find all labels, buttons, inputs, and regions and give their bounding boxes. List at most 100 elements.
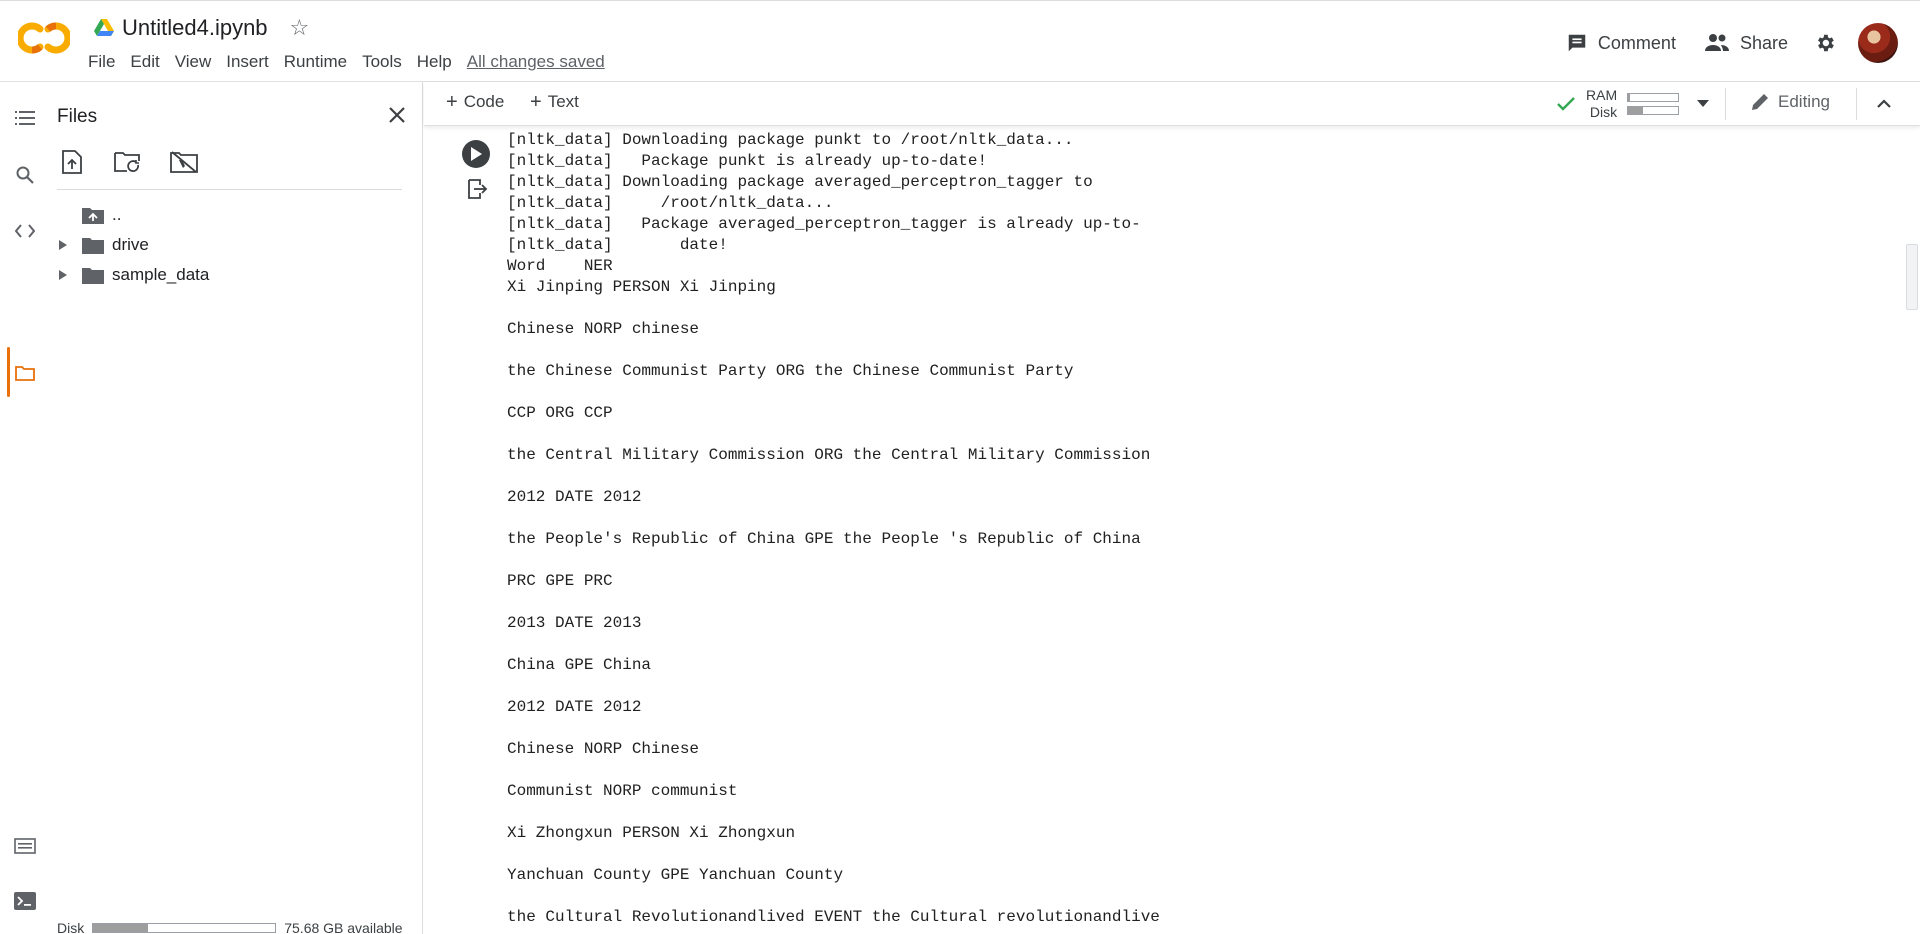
output-line: Chinese NORP chinese — [507, 320, 700, 338]
toc-icon[interactable] — [14, 107, 36, 129]
output-line: Chinese NORP Chinese — [507, 740, 700, 758]
tree-item-drive[interactable]: drive — [50, 230, 410, 260]
tree-item-parent[interactable]: .. — [50, 200, 410, 230]
upload-file-icon[interactable] — [58, 148, 86, 176]
tree-label: drive — [112, 235, 149, 254]
play-icon — [471, 147, 482, 161]
chevron-down-icon[interactable] — [1697, 100, 1710, 108]
comment-button[interactable]: Comment — [1566, 32, 1676, 54]
file-tree: .. drive sample_data — [50, 200, 410, 290]
run-cell-button[interactable] — [462, 140, 490, 168]
header-bar: Untitled4.ipynb ☆ File Edit View Insert … — [0, 0, 1920, 82]
menu-bar: File Edit View Insert Runtime Tools Help… — [88, 50, 605, 74]
expand-arrow-icon[interactable] — [57, 239, 69, 251]
tree-label: sample_data — [112, 265, 210, 284]
output-line: 2012 DATE 2012 — [507, 698, 642, 716]
refresh-folder-icon[interactable] — [114, 148, 142, 176]
folder-up-icon — [82, 208, 104, 224]
folder-icon[interactable] — [14, 362, 36, 384]
folder-icon — [82, 238, 104, 254]
plus-icon: + — [446, 91, 458, 113]
colab-app: Untitled4.ipynb ☆ File Edit View Insert … — [0, 0, 1920, 934]
unmount-drive-icon[interactable] — [170, 148, 198, 176]
output-line: Xi Jinping PERSON Xi Jinping — [507, 278, 776, 296]
notebook-toolbar: + Code + Text RAM Disk Editing — [424, 82, 1920, 126]
menu-edit[interactable]: Edit — [130, 50, 159, 74]
close-icon[interactable] — [384, 102, 410, 128]
output-line: Communist NORP communist — [507, 782, 738, 800]
command-palette-icon[interactable] — [14, 835, 36, 857]
add-text-button[interactable]: + Text — [530, 92, 579, 112]
resource-bars — [1627, 89, 1680, 119]
share-label: Share — [1739, 32, 1788, 53]
user-avatar[interactable] — [1858, 23, 1898, 63]
chevron-up-icon[interactable] — [1872, 92, 1896, 116]
files-title: Files — [57, 106, 98, 127]
editing-mode-button[interactable]: Editing — [1750, 92, 1830, 112]
output-line: [nltk_data] Package punkt is already up-… — [507, 152, 988, 170]
mode-label: Editing — [1778, 92, 1830, 111]
resource-labels: RAM Disk — [1586, 87, 1617, 121]
comment-label: Comment — [1597, 32, 1676, 53]
files-panel: Files .. drive sample_data Disk 75.68 GB… — [50, 82, 423, 934]
output-line: 2012 DATE 2012 — [507, 488, 642, 506]
people-icon — [1704, 34, 1729, 51]
disk-available: 75.68 GB available — [284, 920, 403, 934]
menu-view[interactable]: View — [175, 50, 212, 74]
share-button[interactable]: Share — [1704, 33, 1788, 54]
expand-arrow-icon[interactable] — [57, 269, 69, 281]
title-row: Untitled4.ipynb ☆ — [94, 13, 309, 43]
notebook-title[interactable]: Untitled4.ipynb — [122, 15, 268, 41]
output-line: Word NER — [507, 257, 613, 275]
output-line: the People's Republic of China GPE the P… — [507, 530, 1141, 548]
scrollbar-thumb[interactable] — [1906, 244, 1918, 310]
output-line: [nltk_data] Downloading package punkt to… — [507, 131, 1074, 149]
output-line: [nltk_data] Package averaged_perceptron_… — [507, 215, 1141, 233]
output-line: PRC GPE PRC — [507, 572, 613, 590]
menu-insert[interactable]: Insert — [226, 50, 269, 74]
disk-usage-bar — [1627, 106, 1680, 115]
add-code-button[interactable]: + Code — [446, 92, 504, 112]
cell-output: [nltk_data] Downloading package punkt to… — [507, 130, 1160, 928]
output-line: 2013 DATE 2013 — [507, 614, 642, 632]
star-icon[interactable]: ☆ — [290, 17, 310, 39]
output-line: China GPE China — [507, 656, 652, 674]
files-toolbar — [58, 148, 226, 176]
menu-file[interactable]: File — [88, 50, 115, 74]
comment-icon — [1568, 34, 1586, 52]
terminal-icon[interactable] — [14, 890, 36, 912]
output-line: CCP ORG CCP — [507, 404, 613, 422]
header-actions: Comment Share — [1538, 23, 1898, 63]
output-actions-icon[interactable] — [466, 178, 488, 200]
search-icon[interactable] — [14, 164, 36, 186]
menu-tools[interactable]: Tools — [362, 50, 402, 74]
plus-icon: + — [530, 91, 542, 113]
code-snippets-icon[interactable] — [14, 220, 36, 242]
output-line: the Central Military Commission ORG the … — [507, 446, 1151, 464]
ram-usage-fill — [1628, 94, 1631, 101]
pencil-icon — [1752, 94, 1768, 110]
tree-item-sample-data[interactable]: sample_data — [50, 260, 410, 290]
menu-help[interactable]: Help — [417, 50, 452, 74]
add-text-label: Text — [547, 92, 579, 111]
output-line: the Chinese Communist Party ORG the Chin… — [507, 362, 1074, 380]
save-status-link[interactable]: All changes saved — [467, 52, 605, 72]
gear-icon[interactable] — [1814, 32, 1836, 54]
output-line: the Cultural Revolutionandlived EVENT th… — [507, 908, 1160, 926]
disk-usage-fill — [1628, 107, 1644, 114]
resources-indicator[interactable]: RAM Disk — [1556, 87, 1710, 121]
colab-logo[interactable] — [18, 21, 70, 55]
menu-runtime[interactable]: Runtime — [284, 50, 347, 74]
folder-icon — [82, 268, 104, 284]
